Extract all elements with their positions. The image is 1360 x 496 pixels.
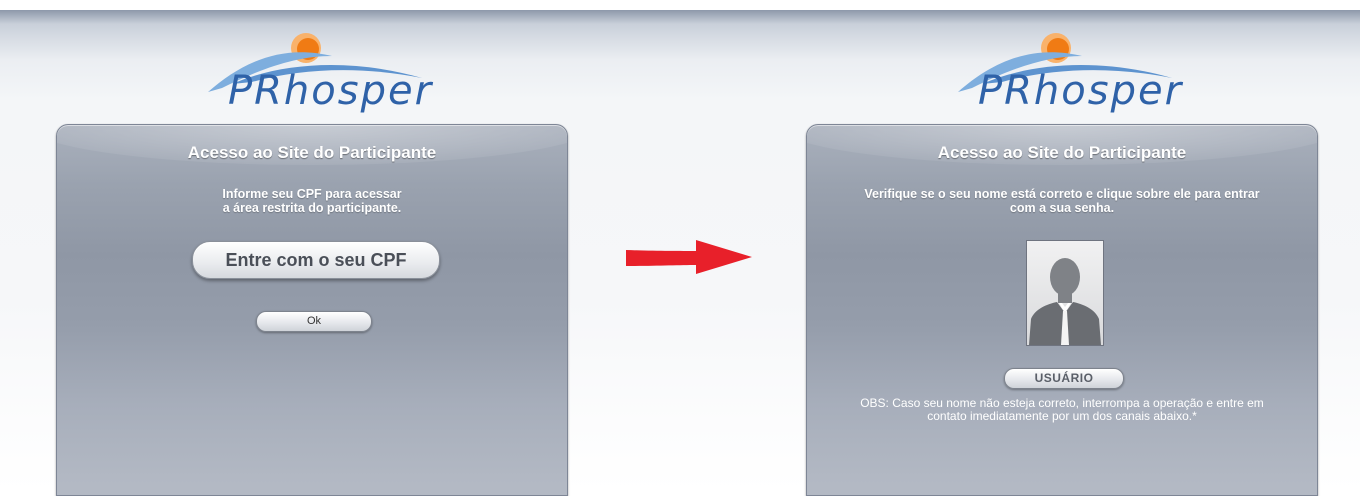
- right-arrow-icon: [626, 240, 752, 274]
- top-band: [0, 0, 1360, 10]
- login-panel-confirm: Acesso ao Site do Participante Verifique…: [806, 124, 1318, 496]
- logo-text: PRhosper: [978, 68, 1184, 114]
- ok-button[interactable]: Ok: [256, 311, 372, 332]
- panel-title: Acesso ao Site do Participante: [187, 143, 437, 162]
- user-silhouette-icon: [1027, 241, 1103, 345]
- logo-text: PRhosper: [228, 68, 434, 114]
- panel-title: Acesso ao Site do Participante: [937, 143, 1187, 162]
- login-panel-cpf: Acesso ao Site do Participante Informe s…: [56, 124, 568, 496]
- cpf-input[interactable]: Entre com o seu CPF: [192, 241, 440, 279]
- cpf-instruction: Informe seu CPF para acessar a área rest…: [222, 187, 402, 215]
- logo-right: PRhosper: [952, 22, 1192, 122]
- logo-left: PRhosper: [202, 22, 442, 122]
- obs-note: OBS: Caso seu nome não esteja correto, i…: [860, 396, 1264, 423]
- user-name-button[interactable]: USUÁRIO: [1004, 368, 1124, 389]
- confirm-instruction: Verifique se o seu nome está correto e c…: [864, 187, 1260, 215]
- user-avatar[interactable]: [1026, 240, 1104, 346]
